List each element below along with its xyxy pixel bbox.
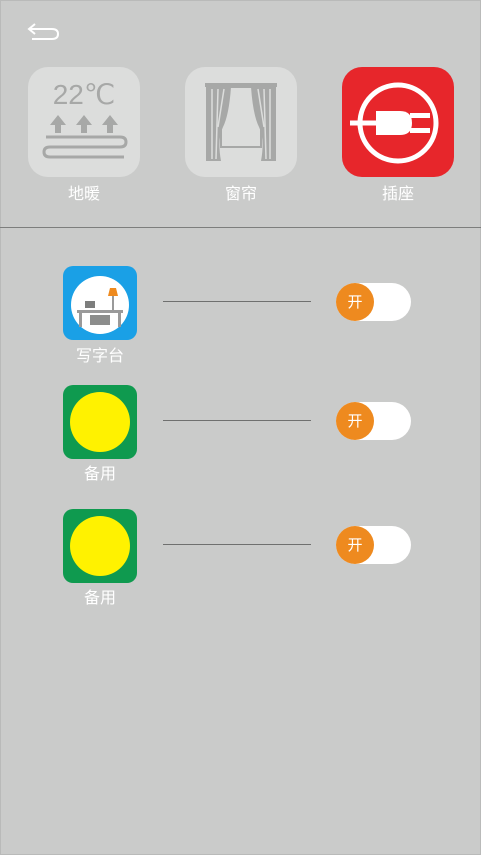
category-curtain[interactable]: 窗帘 [185,67,297,203]
yellow-circle-icon [70,392,130,452]
desk-icon [71,276,129,334]
spare-icon-tile[interactable] [63,385,137,459]
connector-line [163,301,311,302]
curtain-tile[interactable] [185,67,297,177]
category-socket[interactable]: 插座 [342,67,454,203]
spare-icon-tile[interactable] [63,509,137,583]
toggle-knob: 开 [336,402,374,440]
connector-line [163,420,311,421]
category-label: 窗帘 [224,184,257,203]
plug-icon [350,82,439,164]
yellow-circle-icon [70,516,130,576]
floor-heating-tile[interactable]: 22℃ [28,67,140,177]
device-toggle[interactable]: 开 [336,526,411,564]
floor-heating-icon: 22℃ [42,79,128,159]
device-label: 备用 [83,464,116,483]
device-toggle[interactable]: 开 [336,402,411,440]
device-label: 写字台 [75,346,124,365]
category-label: 插座 [381,184,414,203]
category-label: 地暖 [67,184,100,203]
category-floor-heating[interactable]: 22℃ 地暖 [28,67,140,203]
connector-line [163,544,311,545]
desk-icon-tile[interactable] [63,266,137,340]
device-toggle[interactable]: 开 [336,283,411,321]
toggle-knob: 开 [336,526,374,564]
back-arrow-icon [27,23,60,40]
toggle-knob: 开 [336,283,374,321]
socket-tile[interactable] [342,67,454,177]
device-label: 备用 [83,588,116,607]
section-divider [0,227,481,228]
curtain-icon [205,83,277,161]
temp-text: 22℃ [53,79,116,110]
back-button[interactable] [26,20,62,42]
